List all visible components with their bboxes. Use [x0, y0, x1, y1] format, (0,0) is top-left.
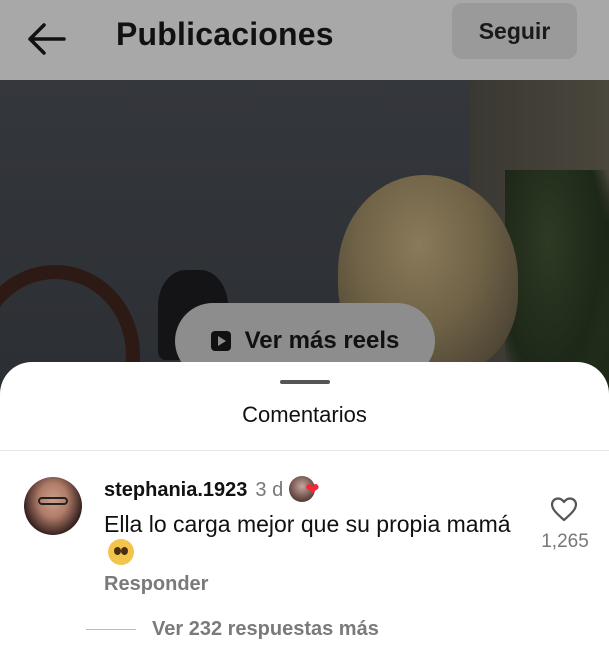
back-button[interactable]: [24, 20, 68, 58]
creator-liked-badge: ❤: [289, 476, 329, 504]
play-square-icon: [210, 331, 231, 351]
comment-body: Ella lo carga mejor que su propia mamá: [104, 510, 524, 568]
comment-text: Ella lo carga mejor que su propia mamá: [104, 511, 511, 537]
top-bar: Publicaciones Seguir: [0, 0, 609, 80]
comments-sheet: Comentarios stephania.1923 3 d ❤ Ella lo…: [0, 362, 609, 654]
like-count: 1,265: [541, 531, 589, 552]
more-reels-label: Ver más reels: [244, 327, 400, 354]
divider: [0, 450, 609, 451]
follow-button[interactable]: Seguir: [452, 3, 577, 59]
page-title: Publicaciones: [116, 16, 334, 52]
reply-button[interactable]: Responder: [104, 573, 208, 596]
pleading-face-emoji-icon: [108, 539, 134, 565]
comment-username[interactable]: stephania.1923: [104, 479, 247, 502]
avatar-glasses: [38, 497, 68, 505]
comment-header: stephania.1923 3 d ❤: [104, 476, 329, 504]
arrow-left-icon: [28, 23, 66, 55]
heart-outline-icon[interactable]: [550, 496, 578, 522]
avatar[interactable]: [24, 477, 82, 535]
replies-divider-line: [86, 629, 136, 630]
heart-filled-icon: ❤: [305, 480, 320, 499]
view-more-replies-button[interactable]: Ver 232 respuestas más: [152, 618, 379, 641]
sheet-grab-handle[interactable]: [280, 380, 330, 384]
comment-time: 3 d: [255, 478, 284, 501]
comments-title: Comentarios: [242, 402, 367, 427]
